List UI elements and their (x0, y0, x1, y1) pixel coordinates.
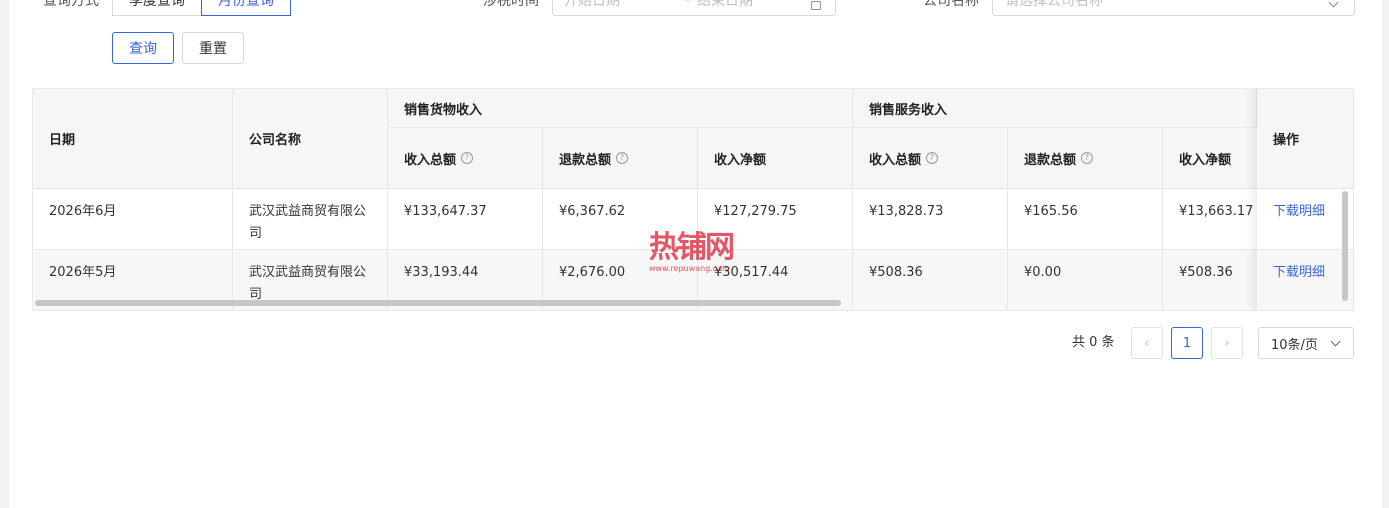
income-table: 日期 公司名称 销售货物收入 销售服务收入 收入总额? 退款总额? 收入净额 收… (32, 88, 1354, 311)
chevron-down-icon (1330, 336, 1341, 347)
next-page-button[interactable]: › (1211, 327, 1243, 359)
header-label: 退款总额 (559, 152, 612, 168)
header-goods-group: 销售货物收入 (388, 89, 853, 128)
company-select-placeholder: 请选择公司名称 (1005, 0, 1103, 9)
help-icon[interactable]: ? (926, 152, 939, 164)
header-service-group: 销售服务收入 (853, 89, 1257, 128)
download-detail-link[interactable]: 下载明细 (1257, 250, 1353, 310)
header-company: 公司名称 (233, 89, 388, 189)
header-service-total-income: 收入总额? (853, 128, 1008, 189)
chevron-right-icon: › (1224, 335, 1230, 351)
help-icon[interactable]: ? (616, 152, 629, 164)
header-service-total-refund: 退款总额? (1008, 128, 1163, 189)
table-cell-company: 武汉武益商贸有限公司 (233, 189, 388, 250)
header-action: 操作 (1257, 89, 1353, 189)
chevron-left-icon: ‹ (1144, 335, 1150, 351)
company-name-label: 公司名称 (923, 0, 979, 9)
vertical-scrollbar[interactable] (1342, 191, 1348, 301)
page-size-value: 10条/页 (1271, 337, 1318, 353)
header-date: 日期 (33, 89, 233, 189)
query-mode-label: 查询方式 (43, 0, 99, 9)
table-cell-goods-refund: ¥6,367.62 (543, 189, 698, 250)
horizontal-scrollbar[interactable] (35, 300, 841, 306)
month-query-option[interactable]: 月份查询 (201, 0, 291, 16)
calendar-icon (811, 1, 821, 10)
table-cell-service-refund: ¥0.00 (1008, 250, 1163, 310)
download-detail-link[interactable]: 下载明细 (1257, 189, 1353, 250)
table-cell-service-income: ¥508.36 (853, 250, 1008, 310)
prev-page-button[interactable]: ‹ (1131, 327, 1163, 359)
start-date-input[interactable]: 开始日期 (564, 0, 620, 10)
header-label: 收入总额 (869, 152, 922, 168)
page-size-select[interactable]: 10条/页 (1258, 327, 1354, 359)
table-cell-goods-net: ¥127,279.75 (698, 189, 853, 250)
end-date-input[interactable]: 结束日期 (697, 0, 753, 10)
help-icon[interactable]: ? (1081, 152, 1094, 164)
table-cell-service-refund: ¥165.56 (1008, 189, 1163, 250)
header-goods-total-income: 收入总额? (388, 128, 543, 189)
page-number-button[interactable]: 1 (1171, 327, 1203, 359)
reset-button[interactable]: 重置 (182, 32, 244, 64)
table-cell-service-net: ¥13,663.17 (1163, 189, 1257, 250)
chevron-down-icon (1328, 0, 1339, 8)
table-cell-goods-income: ¥133,647.37 (388, 189, 543, 250)
main-panel: 查询方式 季度查询 月份查询 涉税时间 开始日期 - 结束日期 公司名称 请选择… (9, 0, 1382, 508)
header-label: 收入总额 (404, 152, 457, 168)
date-separator: - (685, 0, 691, 8)
header-service-net-income: 收入净额 (1163, 128, 1257, 189)
table-cell-service-income: ¥13,828.73 (853, 189, 1008, 250)
help-icon[interactable]: ? (461, 152, 474, 164)
pagination-total: 共 0 条 (1072, 335, 1115, 350)
header-goods-net-income: 收入净额 (698, 128, 853, 189)
header-goods-total-refund: 退款总额? (543, 128, 698, 189)
date-range-picker[interactable]: 开始日期 - 结束日期 (552, 0, 836, 16)
table-cell-service-net: ¥508.36 (1163, 250, 1257, 310)
table-cell-date: 2026年6月 (33, 189, 233, 250)
action-column: 操作 下载明细 下载明细 (1257, 89, 1353, 310)
quarter-query-option[interactable]: 季度查询 (112, 0, 202, 16)
company-select[interactable]: 请选择公司名称 (992, 0, 1355, 16)
tax-period-label: 涉税时间 (483, 0, 539, 9)
query-button[interactable]: 查询 (112, 32, 174, 64)
header-label: 退款总额 (1024, 152, 1077, 168)
